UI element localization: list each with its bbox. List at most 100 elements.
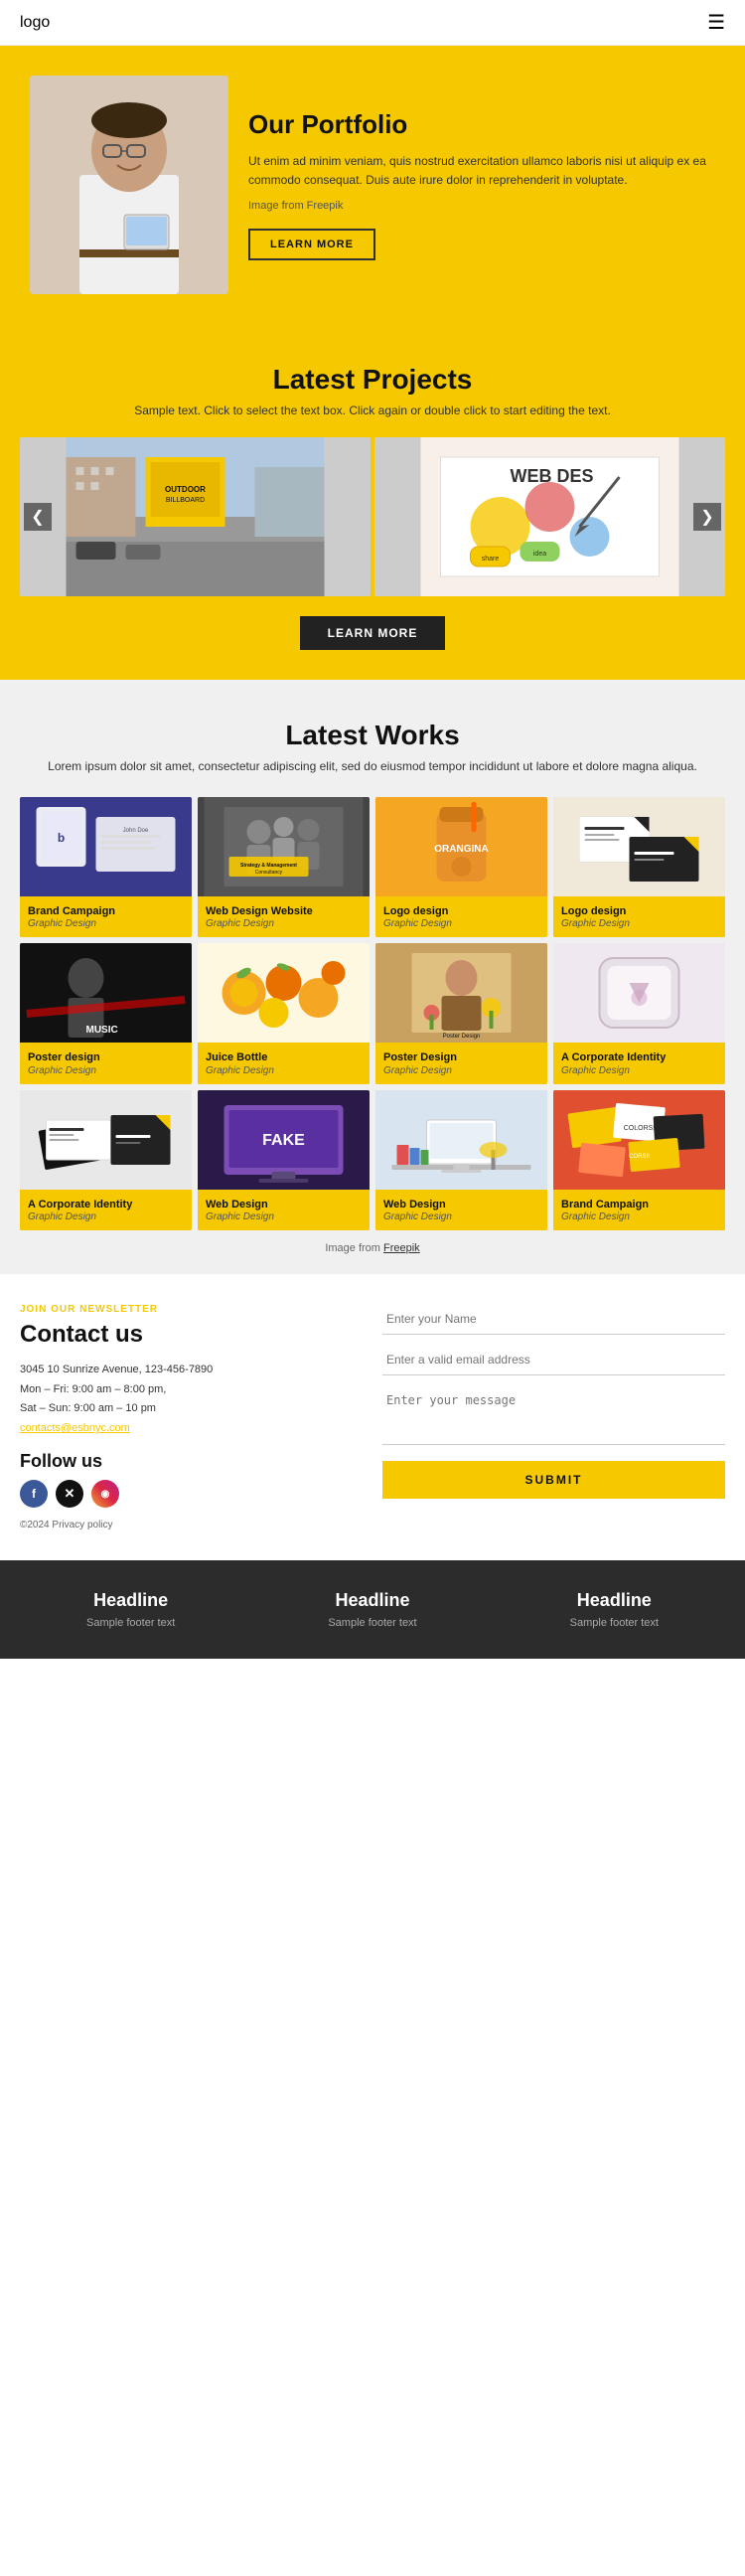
contact-email[interactable]: contacts@esbnyc.com [20, 1422, 130, 1434]
work-title-11: Web Design [383, 1198, 539, 1211]
work-title-12: Brand Campaign [561, 1198, 717, 1211]
social-icons: f ✕ ◉ [20, 1480, 363, 1508]
svg-text:b: b [58, 831, 65, 845]
instagram-icon[interactable]: ◉ [91, 1480, 119, 1508]
svg-text:John Doe: John Doe [123, 828, 149, 834]
work-card-10[interactable]: FAKE Web Design Graphic Design [198, 1090, 370, 1230]
hero-content: Our Portfolio Ut enim ad minim veniam, q… [248, 109, 715, 261]
work-card-3[interactable]: ORANGINA Logo design Graphic Design [375, 797, 547, 937]
work-card-8[interactable]: A Corporate Identity Graphic Design [553, 943, 725, 1083]
project-image-1: OUTDOOR BILLBOARD [20, 437, 371, 596]
header: logo ☰ [0, 0, 745, 46]
work-cat-10: Graphic Design [206, 1211, 362, 1222]
work-card-img-8 [553, 943, 725, 1043]
svg-text:idea: idea [533, 551, 546, 558]
address-line1: 3045 10 Sunrize Avenue, 123-456-7890 [20, 1361, 363, 1380]
work-card-6[interactable]: Juice Bottle Graphic Design [198, 943, 370, 1083]
work-card-4[interactable]: Logo design Graphic Design [553, 797, 725, 937]
copyright: ©2024 Privacy policy [20, 1520, 363, 1530]
projects-subtitle: Sample text. Click to select the text bo… [20, 403, 725, 417]
work-cat-12: Graphic Design [561, 1211, 717, 1222]
svg-text:share: share [482, 556, 500, 563]
work-card-9[interactable]: A Corporate Identity Graphic Design [20, 1090, 192, 1230]
work-card-11[interactable]: Web Design Graphic Design [375, 1090, 547, 1230]
menu-icon[interactable]: ☰ [707, 10, 725, 35]
work-card-img-12: COLORS! CORSI! [553, 1090, 725, 1190]
svg-text:Strategy & Management: Strategy & Management [240, 863, 297, 869]
svg-text:WEB DES: WEB DES [511, 466, 594, 486]
twitter-icon[interactable]: ✕ [56, 1480, 83, 1508]
footer-col-2: Headline Sample footer text [261, 1590, 483, 1629]
work-card-img-3: ORANGINA [375, 797, 547, 896]
work-cat-8: Graphic Design [561, 1065, 717, 1076]
work-cat-9: Graphic Design [28, 1211, 184, 1222]
footer-headline-1: Headline [20, 1590, 241, 1611]
projects-title: Latest Projects [20, 364, 725, 396]
footer-headline-3: Headline [504, 1590, 725, 1611]
contact-title: Contact us [20, 1321, 363, 1349]
hero-title: Our Portfolio [248, 109, 715, 140]
work-cat-5: Graphic Design [28, 1065, 184, 1076]
freepik-link[interactable]: Freepik [383, 1242, 420, 1254]
contact-section: JOIN OUR NEWSLETTER Contact us 3045 10 S… [0, 1274, 745, 1560]
work-cat-3: Graphic Design [383, 918, 539, 929]
work-card-7[interactable]: Poster Design Poster Design Graphic Desi… [375, 943, 547, 1083]
svg-text:OUTDOOR: OUTDOOR [165, 485, 206, 494]
work-card-img-11 [375, 1090, 547, 1190]
work-cat-11: Graphic Design [383, 1211, 539, 1222]
work-title-5: Poster design [28, 1050, 184, 1064]
newsletter-label: JOIN OUR NEWSLETTER [20, 1304, 363, 1315]
projects-learn-more-button[interactable]: LEARN MORE [300, 616, 446, 650]
work-card-img-4 [553, 797, 725, 896]
follow-title: Follow us [20, 1451, 363, 1472]
work-title-7: Poster Design [383, 1050, 539, 1064]
footer-text-1: Sample footer text [20, 1617, 241, 1629]
header-logo: logo [20, 14, 50, 32]
address-line2: Mon – Fri: 9:00 am – 8:00 pm, [20, 1380, 363, 1400]
projects-carousel: ❮ OUTDOOR BILLBOARD [20, 437, 725, 596]
work-title-9: A Corporate Identity [28, 1198, 184, 1211]
work-title-2: Web Design Website [206, 904, 362, 918]
work-cat-7: Graphic Design [383, 1065, 539, 1076]
works-description: Lorem ipsum dolor sit amet, consectetur … [20, 759, 725, 773]
work-cat-4: Graphic Design [561, 918, 717, 929]
footer-text-3: Sample footer text [504, 1617, 725, 1629]
work-title-10: Web Design [206, 1198, 362, 1211]
contact-address: 3045 10 Sunrize Avenue, 123-456-7890 Mon… [20, 1361, 363, 1439]
work-title-4: Logo design [561, 904, 717, 918]
works-title: Latest Works [20, 720, 725, 751]
carousel-right-arrow[interactable]: ❯ [693, 503, 721, 531]
svg-text:MUSIC: MUSIC [86, 1025, 118, 1036]
svg-text:BILLBOARD: BILLBOARD [166, 497, 205, 504]
svg-text:COLORS!: COLORS! [624, 1125, 656, 1132]
hero-person-svg [30, 76, 228, 294]
svg-text:Poster Design: Poster Design [443, 1034, 481, 1040]
latest-works-section: Latest Works Lorem ipsum dolor sit amet,… [0, 680, 745, 1274]
work-title-8: A Corporate Identity [561, 1050, 717, 1064]
email-input[interactable] [382, 1345, 725, 1375]
carousel-left-arrow[interactable]: ❮ [24, 503, 52, 531]
work-card-5[interactable]: MUSIC Poster design Graphic Design [20, 943, 192, 1083]
work-title-6: Juice Bottle [206, 1050, 362, 1064]
footer-headline-2: Headline [261, 1590, 483, 1611]
svg-text:CORSI!: CORSI! [629, 1154, 650, 1160]
hero-learn-more-button[interactable]: LEARN MORE [248, 229, 375, 260]
work-card-12[interactable]: COLORS! CORSI! Brand Campaign Graphic De… [553, 1090, 725, 1230]
facebook-icon[interactable]: f [20, 1480, 48, 1508]
work-card-img-9 [20, 1090, 192, 1190]
work-card-img-2: Strategy & Management Consultancy [198, 797, 370, 896]
work-title-1: Brand Campaign [28, 904, 184, 918]
work-cat-1: Graphic Design [28, 918, 184, 929]
contact-form: SUBMIT [382, 1304, 725, 1499]
work-card-img-5: MUSIC [20, 943, 192, 1043]
work-card-2[interactable]: Strategy & Management Consultancy Web De… [198, 797, 370, 937]
message-textarea[interactable] [382, 1385, 725, 1445]
footer-text-2: Sample footer text [261, 1617, 483, 1629]
hero-description: Ut enim ad minim veniam, quis nostrud ex… [248, 152, 715, 190]
work-card-1[interactable]: b John Doe Brand Campaign Graphic Design [20, 797, 192, 937]
name-input[interactable] [382, 1304, 725, 1335]
hero-image [30, 76, 228, 294]
address-line3: Sat – Sun: 9:00 am – 10 pm [20, 1399, 363, 1419]
work-card-img-10: FAKE [198, 1090, 370, 1190]
submit-button[interactable]: SUBMIT [382, 1461, 725, 1499]
